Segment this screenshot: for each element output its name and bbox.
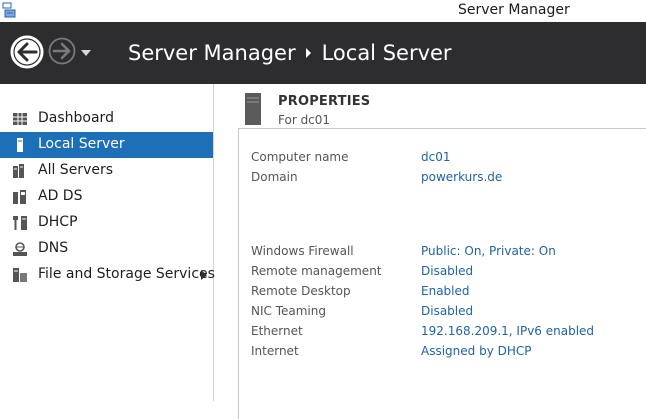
- sidebar-item-ad-ds[interactable]: AD DS: [0, 184, 213, 210]
- sidebar-item-label: All Servers: [38, 162, 114, 178]
- sidebar-item-label: DHCP: [38, 214, 78, 230]
- property-label: Ethernet: [251, 324, 303, 338]
- back-button[interactable]: [10, 35, 44, 69]
- main-content: PROPERTIES For dc01 Computer name dc01 D…: [214, 84, 646, 419]
- server-manager-app-icon[interactable]: [2, 2, 18, 18]
- title-bar: Server Manager: [0, 0, 646, 22]
- property-label: Internet: [251, 344, 299, 358]
- ad-ds-icon: [13, 190, 26, 204]
- sidebar-nav: Dashboard Local Server All Servers AD DS…: [0, 106, 215, 288]
- windows-firewall-link[interactable]: Public: On, Private: On: [421, 244, 556, 258]
- computer-name-link[interactable]: dc01: [421, 150, 450, 164]
- sidebar-item-label: DNS: [38, 240, 69, 256]
- history-dropdown-icon[interactable]: [80, 49, 92, 57]
- properties-title: PROPERTIES: [278, 94, 371, 109]
- breadcrumb-page: Local Server: [321, 41, 452, 65]
- sidebar-item-label: AD DS: [38, 188, 83, 204]
- dhcp-icon: [13, 216, 27, 230]
- window-title: Server Manager: [458, 2, 570, 18]
- storage-icon: [13, 268, 27, 282]
- sidebar-item-label: File and Storage Services: [38, 266, 215, 282]
- property-label: NIC Teaming: [251, 304, 326, 318]
- remote-management-link[interactable]: Disabled: [421, 264, 473, 278]
- sidebar-item-label: Local Server: [38, 136, 125, 152]
- ethernet-link[interactable]: 192.168.209.1, IPv6 enabled: [421, 324, 594, 338]
- dns-icon: [13, 242, 27, 256]
- chevron-right-icon[interactable]: [201, 270, 207, 280]
- servers-icon: [13, 164, 24, 178]
- server-icon: [17, 138, 23, 152]
- header-bar: Server Manager Local Server: [0, 22, 646, 84]
- property-label: Remote Desktop: [251, 284, 351, 298]
- sidebar-item-file-storage[interactable]: File and Storage Services: [0, 262, 215, 288]
- properties-server-icon: [245, 93, 261, 125]
- sidebar-item-label: Dashboard: [38, 110, 114, 126]
- property-label: Remote management: [251, 264, 382, 278]
- properties-panel: Computer name dc01 Domain powerkurs.de W…: [238, 128, 646, 419]
- property-label: Domain: [251, 170, 298, 184]
- sidebar-item-dhcp[interactable]: DHCP: [0, 210, 213, 236]
- domain-link[interactable]: powerkurs.de: [421, 170, 502, 184]
- sidebar-item-all-servers[interactable]: All Servers: [0, 158, 213, 184]
- properties-subtitle: For dc01: [278, 113, 331, 127]
- dashboard-icon: [13, 113, 27, 125]
- property-label: Computer name: [251, 150, 349, 164]
- breadcrumb-separator-icon: [305, 48, 311, 58]
- breadcrumb-app[interactable]: Server Manager: [128, 41, 296, 65]
- nic-teaming-link[interactable]: Disabled: [421, 304, 473, 318]
- sidebar-item-local-server[interactable]: Local Server: [0, 132, 213, 158]
- remote-desktop-link[interactable]: Enabled: [421, 284, 470, 298]
- breadcrumb: Server Manager Local Server: [128, 41, 452, 65]
- sidebar-item-dns[interactable]: DNS: [0, 236, 213, 262]
- sidebar-item-dashboard[interactable]: Dashboard: [0, 106, 213, 132]
- internet-link[interactable]: Assigned by DHCP: [421, 344, 532, 358]
- property-label: Windows Firewall: [251, 244, 354, 258]
- forward-button[interactable]: [48, 37, 76, 65]
- sidebar: Dashboard Local Server All Servers AD DS…: [0, 84, 215, 401]
